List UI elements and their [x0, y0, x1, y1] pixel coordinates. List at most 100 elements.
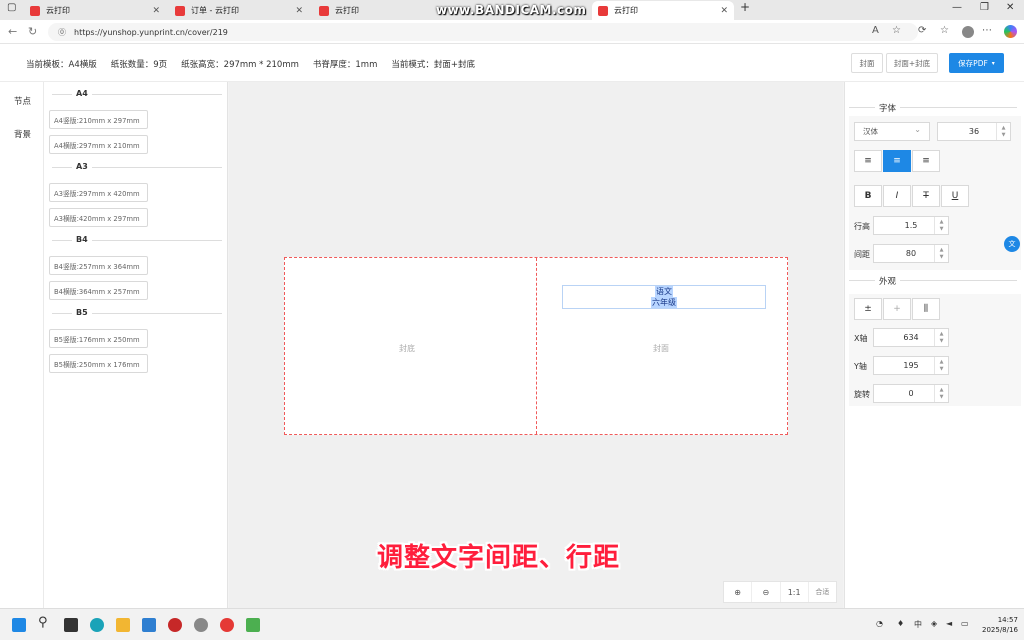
spacing-stepper[interactable]: 80 ▲ ▼	[873, 244, 949, 263]
tray-app-icon[interactable]: ◔	[876, 619, 883, 628]
lock-icon: ⓪	[58, 27, 66, 37]
stepper-arrows-icon[interactable]: ▲ ▼	[934, 245, 948, 262]
refresh-icon[interactable]: ↻	[28, 25, 37, 38]
ime-indicator[interactable]: 中	[914, 619, 922, 630]
align-center-icon[interactable]: ≡	[883, 150, 911, 172]
start-menu-icon[interactable]	[12, 618, 26, 632]
zoom-out-icon[interactable]: ⊖	[752, 582, 781, 602]
section-title: 外观	[875, 275, 901, 287]
zoom-ratio-button[interactable]: 1:1	[781, 582, 809, 602]
file-explorer-icon[interactable]	[116, 618, 130, 632]
back-icon[interactable]: ←	[8, 25, 17, 38]
template-a3-landscape[interactable]: A3横版:420mm x 297mm	[49, 208, 148, 227]
more-menu-icon[interactable]: ⋯	[982, 25, 992, 36]
translate-icon[interactable]: 文	[1004, 236, 1020, 252]
current-template: 当前模板：A4横版	[26, 60, 97, 70]
align-left-icon[interactable]: ≡	[854, 150, 882, 172]
battery-icon[interactable]: ▭	[961, 619, 969, 628]
cover-button[interactable]: 封面	[851, 53, 883, 73]
distribute-icon[interactable]: ⫼	[912, 298, 940, 320]
stepper-arrows-icon[interactable]: ▲ ▼	[934, 385, 948, 402]
x-position-stepper[interactable]: 634 ▲ ▼	[873, 328, 949, 347]
new-tab-icon[interactable]: +	[740, 0, 750, 14]
group-header-a4: A4	[48, 89, 222, 99]
close-window-icon[interactable]: ✕	[1006, 2, 1014, 13]
close-tab-icon[interactable]: ✕	[295, 6, 303, 16]
browser-tab-bar: ▢ 云打印 ✕ 订单 - 云打印 ✕ 云打印 www.BANDICAM.com …	[0, 0, 1024, 20]
read-aloud-icon[interactable]: A	[872, 25, 879, 36]
restore-icon[interactable]: ❐	[980, 2, 989, 13]
zoom-in-icon[interactable]: ⊕	[724, 582, 753, 602]
template-a3-portrait[interactable]: A3竖版:297mm x 420mm	[49, 183, 148, 202]
nav-item-nodes[interactable]: 节点	[14, 95, 31, 107]
bandicam-watermark: www.BANDICAM.com	[436, 3, 587, 17]
italic-icon[interactable]: I	[883, 185, 911, 207]
tab-title: 云打印	[614, 6, 638, 15]
zoom-fit-button[interactable]: 合适	[809, 582, 836, 602]
network-icon[interactable]: ◈	[931, 619, 937, 628]
copilot-icon[interactable]	[1004, 25, 1017, 38]
browser-tab-4-active[interactable]: 云打印 ✕	[592, 1, 734, 20]
microphone-icon[interactable]: ♦	[897, 619, 904, 628]
line-height-stepper[interactable]: 1.5 ▲ ▼	[873, 216, 949, 235]
group-header-b5: B5	[48, 308, 222, 318]
clock[interactable]: 14:57 2025/8/16	[982, 615, 1018, 635]
template-b4-landscape[interactable]: B4横版:364mm x 257mm	[49, 281, 148, 300]
template-a4-portrait[interactable]: A4竖版:210mm x 297mm	[49, 110, 148, 129]
nav-item-background[interactable]: 背景	[14, 128, 31, 140]
task-view-icon[interactable]	[64, 618, 78, 632]
stepper-arrows-icon[interactable]: ▲ ▼	[934, 357, 948, 374]
align-horizontal-center-icon[interactable]: +	[883, 298, 911, 320]
favicon-icon	[175, 5, 185, 16]
favorite-star-icon[interactable]: ☆	[892, 25, 901, 36]
bandicam-icon[interactable]	[168, 618, 182, 632]
tab-actions-icon[interactable]: ▢	[7, 2, 16, 13]
template-b4-portrait[interactable]: B4竖版:257mm x 364mm	[49, 256, 148, 275]
favorites-list-icon[interactable]: ☆	[940, 25, 949, 36]
vscode-icon[interactable]	[142, 618, 156, 632]
browser-tab-1[interactable]: 云打印 ✕	[24, 1, 166, 20]
strikethrough-icon[interactable]: T	[912, 185, 940, 207]
cover-spread[interactable]: 封底 封面 语文 六年级	[284, 257, 788, 435]
align-vertical-center-icon[interactable]: ±	[854, 298, 882, 320]
app-icon[interactable]	[220, 618, 234, 632]
selected-text-box[interactable]: 语文 六年级	[562, 285, 766, 309]
font-size-stepper[interactable]: 36 ▲ ▼	[937, 122, 1011, 141]
volume-icon[interactable]: ◄	[946, 619, 952, 628]
group-name: B5	[72, 308, 92, 317]
y-position-stepper[interactable]: 195 ▲ ▼	[873, 356, 949, 375]
close-tab-icon[interactable]: ✕	[720, 6, 728, 16]
windows-taskbar: ⚲ ◔ ♦ 中 ◈ ◄ ▭ 14:57 2025/8/16	[0, 608, 1024, 640]
settings-icon[interactable]	[194, 618, 208, 632]
save-pdf-button[interactable]: 保存PDF ▾	[949, 53, 1004, 73]
app-icon-2[interactable]	[246, 618, 260, 632]
cover-back-button[interactable]: 封面+封底	[886, 53, 938, 73]
url-input[interactable]: ⓪ https://yunshop.yunprint.cn/cover/219	[48, 23, 918, 41]
template-b5-landscape[interactable]: B5横版:250mm x 176mm	[49, 354, 148, 373]
align-right-icon[interactable]: ≡	[912, 150, 940, 172]
stepper-arrows-icon[interactable]: ▲ ▼	[934, 217, 948, 234]
font-size-value: 36	[968, 127, 980, 136]
underline-icon[interactable]: U	[941, 185, 969, 207]
font-section-header: 字体	[849, 102, 1017, 114]
template-b5-portrait[interactable]: B5竖版:176mm x 250mm	[49, 329, 148, 348]
stepper-arrows-icon[interactable]: ▲ ▼	[996, 123, 1010, 140]
spine-divider	[536, 258, 537, 434]
profile-avatar[interactable]	[962, 26, 974, 38]
edge-icon[interactable]	[90, 618, 104, 632]
close-tab-icon[interactable]: ✕	[152, 6, 160, 16]
y-position-value: 195	[903, 361, 919, 370]
minimize-icon[interactable]: —	[952, 2, 962, 13]
font-family-select[interactable]: 汉体 ⌄	[854, 122, 930, 141]
extensions-icon[interactable]: ⟳	[918, 25, 926, 36]
browser-tab-3[interactable]: 云打印	[313, 1, 433, 20]
bold-icon[interactable]: B	[854, 185, 882, 207]
design-canvas[interactable]: 封底 封面 语文 六年级 调整文字间距、行距 ⊕ ⊖ 1:1 合适	[229, 82, 843, 608]
browser-tab-2[interactable]: 订单 - 云打印 ✕	[169, 1, 309, 20]
rotate-stepper[interactable]: 0 ▲ ▼	[873, 384, 949, 403]
font-family-value: 汉体	[863, 127, 878, 136]
search-icon[interactable]: ⚲	[38, 615, 52, 630]
stepper-arrows-icon[interactable]: ▲ ▼	[934, 329, 948, 346]
template-a4-landscape[interactable]: A4横版:297mm x 210mm	[49, 135, 148, 154]
properties-panel: 字体 汉体 ⌄ 36 ▲ ▼ ≡ ≡ ≡ B I T U 行高 1.5 ▲ ▼ 间距…	[844, 82, 1024, 608]
